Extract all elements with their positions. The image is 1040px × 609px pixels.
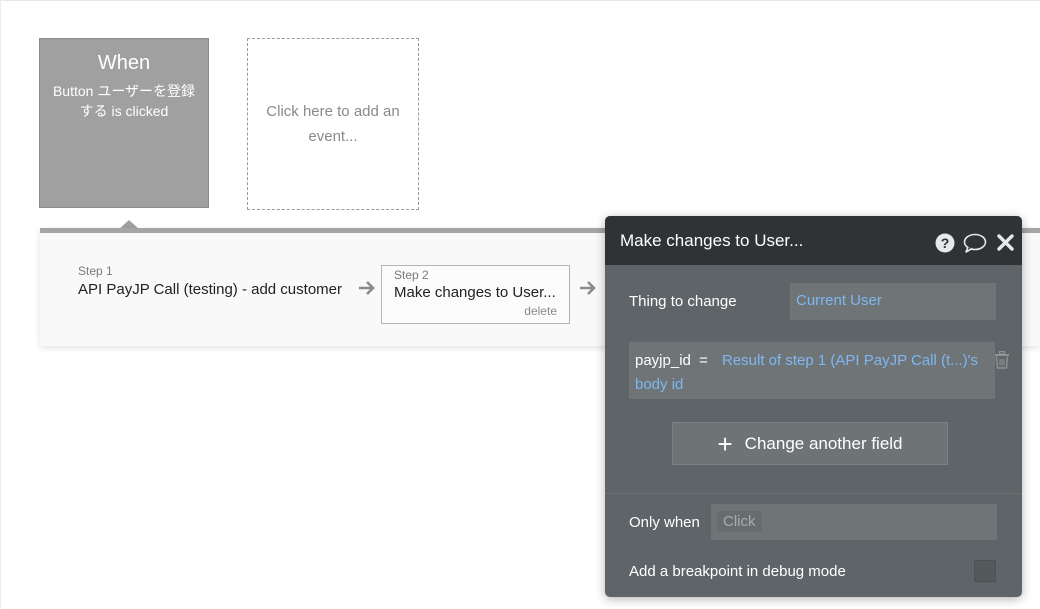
step-2-card[interactable]: Step 2 Make changes to User... delete <box>381 265 570 324</box>
event-trigger-card[interactable]: When Button ユーザーを登録する is clicked <box>39 38 209 208</box>
breakpoint-checkbox[interactable] <box>974 560 996 582</box>
field-name: payjp_id <box>635 352 691 369</box>
arrow-right-icon <box>580 281 596 295</box>
thing-to-change-field[interactable]: Current User <box>790 283 996 320</box>
close-icon[interactable] <box>997 234 1014 251</box>
only-when-placeholder: Click <box>717 511 762 532</box>
delete-step-link[interactable]: delete <box>524 304 557 318</box>
step-2-title: Make changes to User... <box>394 284 556 301</box>
step-1-label: Step 1 <box>78 264 113 278</box>
panel-divider <box>605 493 1022 494</box>
field-change-row[interactable]: payjp_id = Result of step 1 (API PayJP C… <box>629 342 995 399</box>
panel-header[interactable]: Make changes to User... ? <box>605 216 1022 265</box>
event-title: When <box>97 52 151 74</box>
step-1-card[interactable]: Step 1 API PayJP Call (testing) - add cu… <box>78 264 342 298</box>
canvas-left-border <box>0 0 1 609</box>
step-1-title: API PayJP Call (testing) - add customer <box>78 281 342 298</box>
help-icon[interactable]: ? <box>935 233 955 253</box>
add-event-button[interactable]: Click here to add an event... <box>247 38 419 210</box>
action-property-editor: Make changes to User... ? Thing to chang… <box>605 216 1022 597</box>
canvas-top-border <box>0 0 1040 1</box>
thing-to-change-label: Thing to change <box>629 293 737 310</box>
change-another-field-button[interactable]: + Change another field <box>672 422 948 465</box>
comment-icon[interactable] <box>963 233 987 253</box>
trash-icon[interactable] <box>994 351 1010 369</box>
only-when-input[interactable]: Click <box>711 504 997 540</box>
breakpoint-label: Add a breakpoint in debug mode <box>629 563 846 580</box>
step-2-label: Step 2 <box>394 268 429 282</box>
arrow-right-icon <box>359 281 375 295</box>
field-operator: = <box>699 352 708 369</box>
change-another-field-label: Change another field <box>744 433 903 453</box>
add-event-label: Click here to add an event... <box>266 103 400 145</box>
plus-icon: + <box>717 428 733 459</box>
only-when-label: Only when <box>629 514 700 531</box>
svg-text:?: ? <box>941 235 950 251</box>
panel-title: Make changes to User... <box>620 231 804 250</box>
event-description: Button ユーザーを登録する is clicked <box>52 83 196 119</box>
